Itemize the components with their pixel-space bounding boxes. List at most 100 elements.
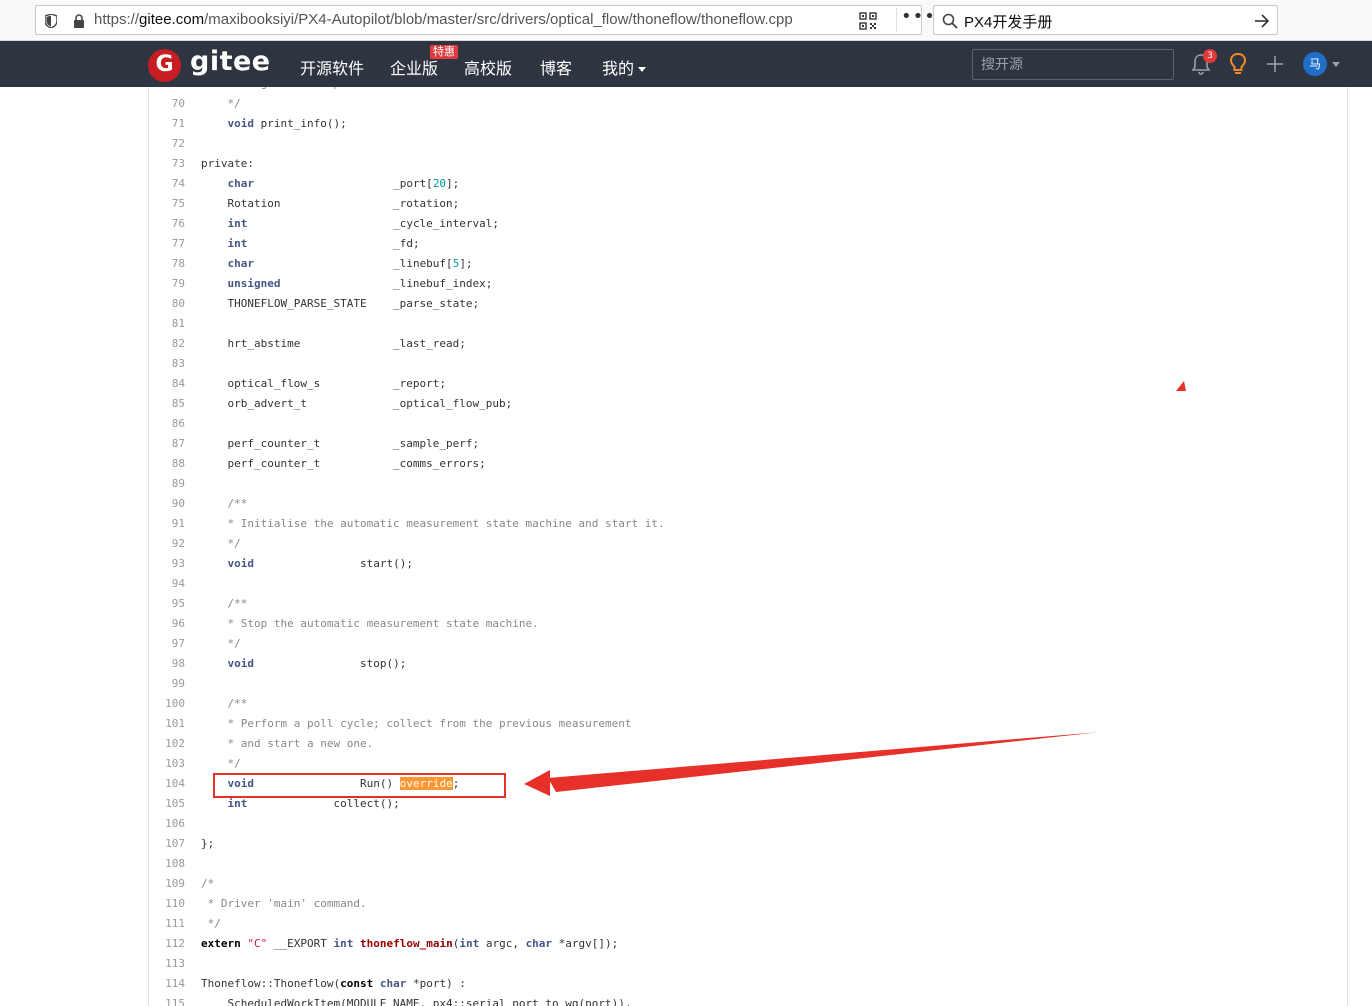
line-number[interactable]: 94 xyxy=(149,574,185,594)
line-number[interactable]: 86 xyxy=(149,414,185,434)
code-line: 73 private: xyxy=(149,154,1347,174)
lightbulb-icon[interactable] xyxy=(1228,52,1248,76)
line-number[interactable]: 112 xyxy=(149,934,185,954)
line-number[interactable]: 110 xyxy=(149,894,185,914)
code-text: int _cycle_interval; xyxy=(227,217,500,230)
code-line: 103 */ xyxy=(149,754,1347,774)
code-line: 107}; xyxy=(149,834,1347,854)
line-number[interactable]: 88 xyxy=(149,454,185,474)
line-number[interactable]: 76 xyxy=(149,214,185,234)
line-number[interactable]: 79 xyxy=(149,274,185,294)
code-text: char _port[20]; xyxy=(227,177,460,190)
line-number[interactable]: 106 xyxy=(149,814,185,834)
code-line: 108 xyxy=(149,854,1347,874)
code-text: /** xyxy=(201,497,248,510)
line-number[interactable]: 109 xyxy=(149,874,185,894)
line-number[interactable]: 70 xyxy=(149,94,185,114)
code-lines: 69 * diagnostics - print some basic info… xyxy=(149,87,1347,1006)
avatar[interactable]: 马 xyxy=(1303,52,1327,76)
line-number[interactable]: 104 xyxy=(149,774,185,794)
line-number[interactable]: 115 xyxy=(149,994,185,1006)
qr-code-icon[interactable] xyxy=(859,12,877,30)
line-number[interactable]: 93 xyxy=(149,554,185,574)
line-number[interactable]: 91 xyxy=(149,514,185,534)
shield-icon[interactable] xyxy=(45,14,57,28)
line-number[interactable]: 80 xyxy=(149,294,185,314)
line-number[interactable]: 114 xyxy=(149,974,185,994)
line-number[interactable]: 77 xyxy=(149,234,185,254)
line-number[interactable]: 69 xyxy=(149,87,185,94)
line-number[interactable]: 101 xyxy=(149,714,185,734)
more-icon: ••• xyxy=(901,6,936,27)
lock-icon[interactable] xyxy=(73,14,85,28)
line-number[interactable]: 97 xyxy=(149,634,185,654)
code-text: */ xyxy=(201,757,241,770)
line-number[interactable]: 103 xyxy=(149,754,185,774)
line-number[interactable]: 107 xyxy=(149,834,185,854)
line-number[interactable]: 99 xyxy=(149,674,185,694)
line-number[interactable]: 87 xyxy=(149,434,185,454)
line-number[interactable]: 95 xyxy=(149,594,185,614)
code-line: 86 xyxy=(149,414,1347,434)
line-number[interactable]: 82 xyxy=(149,334,185,354)
page-actions-button[interactable]: ••• xyxy=(896,6,936,32)
code-line: 101 * Perform a poll cycle; collect from… xyxy=(149,714,1347,734)
code-line: 89 xyxy=(149,474,1347,494)
line-number[interactable]: 75 xyxy=(149,194,185,214)
code-line: 112 extern "C" __EXPORT int thoneflow_mai… xyxy=(149,934,1347,954)
code-text: */ xyxy=(201,637,241,650)
code-line: 92 */ xyxy=(149,534,1347,554)
line-number[interactable]: 111 xyxy=(149,914,185,934)
code-line: 95 /** xyxy=(149,594,1347,614)
line-number[interactable]: 105 xyxy=(149,794,185,814)
line-number[interactable]: 100 xyxy=(149,694,185,714)
code-line: 77 int _fd; xyxy=(149,234,1347,254)
plus-icon[interactable] xyxy=(1265,54,1285,74)
line-number[interactable]: 108 xyxy=(149,854,185,874)
code-line: 114 Thoneflow::Thoneflow(const char *port… xyxy=(149,974,1347,994)
nav-mine[interactable]: 我的 xyxy=(602,55,647,79)
line-number[interactable]: 72 xyxy=(149,134,185,154)
code-line: 93 void start(); xyxy=(149,554,1347,574)
code-text: }; xyxy=(201,837,215,850)
url-path: /maxibooksiyi/PX4-Autopilot/blob/master/… xyxy=(204,11,793,28)
chevron-down-icon[interactable] xyxy=(1332,62,1340,67)
line-number[interactable]: 89 xyxy=(149,474,185,494)
browser-search-box[interactable]: PX4开发手册 xyxy=(933,5,1278,35)
code-line: 71 void print_info(); xyxy=(149,114,1347,134)
code-text: void print_info(); xyxy=(227,117,347,130)
arrow-right-icon[interactable] xyxy=(1253,12,1271,30)
browser-search-value[interactable]: PX4开发手册 xyxy=(964,11,1052,32)
line-number[interactable]: 98 xyxy=(149,654,185,674)
line-number[interactable]: 78 xyxy=(149,254,185,274)
line-number[interactable]: 83 xyxy=(149,354,185,374)
pointer-marker-icon xyxy=(1176,381,1186,391)
code-text: * Perform a poll cycle; collect from the… xyxy=(201,717,632,730)
site-search-input[interactable] xyxy=(973,50,1173,79)
code-text: void start(); xyxy=(227,557,413,570)
address-bar[interactable]: https://gitee.com/maxibooksiyi/PX4-Autop… xyxy=(35,5,936,35)
line-number[interactable]: 73 xyxy=(149,154,185,174)
line-number[interactable]: 74 xyxy=(149,174,185,194)
url-text[interactable]: https://gitee.com/maxibooksiyi/PX4-Autop… xyxy=(94,11,793,28)
line-number[interactable]: 84 xyxy=(149,374,185,394)
line-number[interactable]: 92 xyxy=(149,534,185,554)
code-line: 69 * diagnostics - print some basic info… xyxy=(149,87,1347,94)
code-line: 96 * Stop the automatic measurement stat… xyxy=(149,614,1347,634)
line-number[interactable]: 90 xyxy=(149,494,185,514)
line-number[interactable]: 102 xyxy=(149,734,185,754)
line-number[interactable]: 85 xyxy=(149,394,185,414)
code-text: private: xyxy=(201,157,254,170)
nav-open-source[interactable]: 开源软件 xyxy=(300,55,364,79)
code-text: hrt_abstime _last_read; xyxy=(201,337,466,350)
nav-blog[interactable]: 博客 xyxy=(540,55,572,79)
line-number[interactable]: 113 xyxy=(149,954,185,974)
gitee-logo[interactable]: G gitee xyxy=(148,46,270,82)
line-number[interactable]: 71 xyxy=(149,114,185,134)
code-line: 102 * and start a new one. xyxy=(149,734,1347,754)
code-line: 113 xyxy=(149,954,1347,974)
nav-education[interactable]: 高校版 xyxy=(464,55,512,79)
line-number[interactable]: 96 xyxy=(149,614,185,634)
line-number[interactable]: 81 xyxy=(149,314,185,334)
browser-toolbar: https://gitee.com/maxibooksiyi/PX4-Autop… xyxy=(0,0,1372,41)
